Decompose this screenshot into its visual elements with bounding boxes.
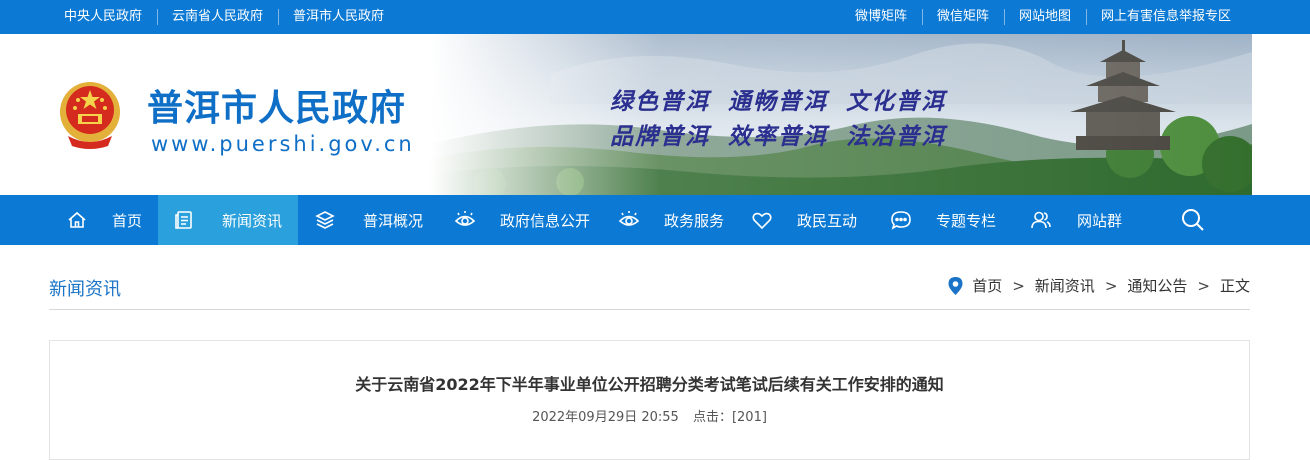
link-harmful-info-report[interactable]: 网上有害信息举报专区 <box>1085 0 1246 34</box>
article-meta: 2022年09月29日 20:55 点击：[201] <box>50 406 1249 425</box>
nav-item-home[interactable]: 首页 <box>49 195 158 245</box>
main-navigation: 首页 新闻资讯 普洱概况 政府信息公开 政务服务 政民互动 专题专栏 网站群 <box>0 195 1310 245</box>
link-yunnan-government[interactable]: 云南省人民政府 <box>157 0 278 34</box>
nav-item-overview[interactable]: 普洱概况 <box>298 195 438 245</box>
heart-icon <box>751 209 773 231</box>
nav-item-news[interactable]: 新闻资讯 <box>158 195 298 245</box>
link-weibo-matrix[interactable]: 微博矩阵 <box>840 0 922 34</box>
slogan-line-2: 品牌普洱 效率普洱 法治普洱 <box>610 123 947 150</box>
users-icon <box>1030 209 1052 231</box>
location-pin-icon <box>948 276 963 295</box>
top-right-links: 微博矩阵 微信矩阵 网站地图 网上有害信息举报专区 <box>840 0 1246 34</box>
top-utility-bar: 中央人民政府 云南省人民政府 普洱市人民政府 微博矩阵 微信矩阵 网站地图 网上… <box>0 0 1310 34</box>
nav-item-site-group[interactable]: 网站群 <box>1030 195 1140 245</box>
site-banner: 普洱市人民政府 www.puershi.gov.cn 绿色普洱 通畅普洱 文化普… <box>0 34 1310 195</box>
nav-label-home: 首页 <box>112 211 143 230</box>
breadcrumb-home[interactable]: 首页 <box>972 275 1002 296</box>
breadcrumb-news[interactable]: 新闻资讯 <box>1035 275 1095 296</box>
nav-label-news: 新闻资讯 <box>222 211 283 230</box>
site-title[interactable]: 普洱市人民政府 <box>147 79 406 131</box>
nav-label-gov-service: 政务服务 <box>664 211 725 230</box>
section-title: 新闻资讯 <box>49 279 121 300</box>
national-emblem-icon <box>60 82 120 149</box>
top-left-links: 中央人民政府 云南省人民政府 普洱市人民政府 <box>49 0 399 34</box>
slogan-line-1: 绿色普洱 通畅普洱 文化普洱 <box>610 88 947 115</box>
breadcrumb-separator: > <box>1197 276 1210 295</box>
breadcrumb: 首页 > 新闻资讯 > 通知公告 > 正文 <box>947 275 1250 296</box>
breadcrumb-separator: > <box>1104 276 1118 295</box>
layers-icon <box>314 209 336 231</box>
search-icon[interactable] <box>1180 207 1206 233</box>
section-divider <box>49 309 1250 310</box>
eye-icon <box>618 209 640 231</box>
nav-item-gov-info[interactable]: 政府信息公开 <box>438 195 610 245</box>
nav-item-gov-service[interactable]: 政务服务 <box>610 195 750 245</box>
article-card: 关于云南省2022年下半年事业单位公开招聘分类考试笔试后续有关工作安排的通知 2… <box>49 340 1250 460</box>
nav-label-interaction: 政民互动 <box>797 211 858 230</box>
breadcrumb-current: 正文 <box>1219 277 1250 295</box>
nav-label-overview: 普洱概况 <box>363 211 424 230</box>
link-site-map[interactable]: 网站地图 <box>1003 0 1086 34</box>
article-views: 点击：[201] <box>692 410 767 425</box>
article-datetime: 2022年09月29日 20:55 <box>532 410 679 425</box>
nav-item-topics[interactable]: 专题专栏 <box>890 195 1030 245</box>
chat-icon <box>890 209 912 231</box>
link-wechat-matrix[interactable]: 微信矩阵 <box>921 0 1004 34</box>
link-puer-government[interactable]: 普洱市人民政府 <box>278 0 399 34</box>
article-title: 关于云南省2022年下半年事业单位公开招聘分类考试笔试后续有关工作安排的通知 <box>355 375 944 394</box>
breadcrumb-separator: > <box>1012 276 1025 295</box>
home-icon <box>66 209 88 231</box>
eye-icon <box>454 209 476 231</box>
nav-label-topics: 专题专栏 <box>936 211 997 230</box>
news-icon <box>173 209 195 231</box>
nav-item-interaction[interactable]: 政民互动 <box>750 195 890 245</box>
nav-label-gov-info: 政府信息公开 <box>500 211 591 230</box>
site-url: www.puershi.gov.cn <box>151 132 415 156</box>
breadcrumb-notices[interactable]: 通知公告 <box>1127 275 1187 296</box>
link-central-government[interactable]: 中央人民政府 <box>49 0 157 34</box>
nav-label-site-group: 网站群 <box>1077 211 1123 230</box>
